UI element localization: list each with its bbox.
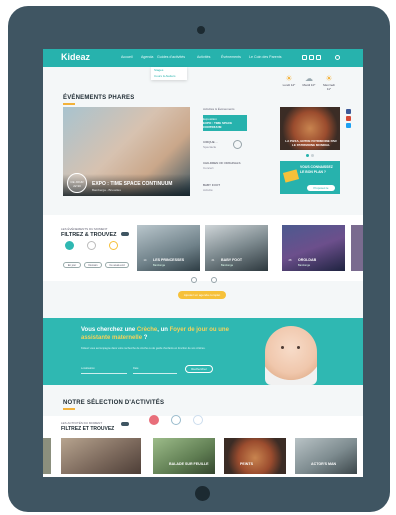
dropdown-item-cours[interactable]: Cours & Ateliers	[151, 73, 187, 79]
title-underline	[63, 408, 75, 410]
weather-day-2: ☁ Mardi 10°	[302, 74, 316, 87]
facebook-share-icon[interactable]	[346, 109, 351, 114]
filter-kicker: LES ÉVÉNEMENTS DU MOMENT	[61, 227, 108, 231]
filter-pill-weekend[interactable]: Ce week-end	[105, 262, 129, 268]
card-subtitle: Bamberga	[221, 264, 233, 267]
card-subtitle: Bamberga	[298, 264, 310, 267]
activity-card[interactable]: ACTOR'S MAN	[295, 438, 357, 474]
selection-kicker: LES ACTIVITÉS DU MOMENT	[61, 421, 103, 425]
activity-card[interactable]: BALADE SUR FEUILLE	[153, 438, 215, 474]
search-icon[interactable]	[335, 55, 340, 60]
carousel-dot[interactable]	[306, 154, 309, 157]
carousel-dot[interactable]	[311, 154, 314, 157]
filter-toggle[interactable]	[121, 232, 129, 236]
category-icon[interactable]	[171, 415, 181, 425]
mail-icon[interactable]	[316, 55, 321, 60]
event-item-title: EXPO : TIME SPACE CONTINUUM	[203, 121, 233, 129]
card-date: 14	[143, 259, 147, 262]
nav-item-activites[interactable]: Activités	[197, 55, 210, 59]
event-card[interactable]: 14 LES PRINCESSES Bamberga	[137, 225, 200, 271]
event-card[interactable]: 28 OROLDAB Bamberga	[282, 225, 345, 271]
next-arrow-icon[interactable]	[211, 277, 217, 283]
activity-card-partial[interactable]	[43, 438, 51, 474]
event-item-sub: Concert	[203, 166, 214, 170]
baby-eye	[297, 346, 300, 349]
filter-category-icon[interactable]	[65, 241, 74, 250]
more-events-button[interactable]: Ajoutez un agenda complet	[178, 291, 226, 299]
logo[interactable]: Kideaz	[61, 52, 90, 62]
childcare-subtitle: Kideaz vous accompagne dans votre recher…	[81, 347, 206, 350]
filter-pill-today[interactable]: En jour	[63, 262, 81, 268]
date-input[interactable]: Date	[133, 367, 177, 374]
baby-image	[265, 326, 317, 385]
hero-subtitle: Bamberga - Bruxelles	[92, 188, 121, 192]
filter-title: FILTREZ & TROUVEZ	[61, 232, 117, 238]
card-subtitle: Bamberga	[153, 264, 165, 267]
newsletter-title: VOUS CONNAISSEZ LE BON PLAN ?	[300, 165, 333, 174]
screen: Kideaz Accueil Agenda Guides d'activités…	[43, 49, 363, 477]
nav-item-agenda[interactable]: Agenda	[141, 55, 153, 59]
featured-title: LA PIZZA, ENTRE PATRIMOINE PAR LE PATRIM…	[285, 139, 337, 147]
prev-arrow-icon[interactable]	[191, 277, 197, 283]
card-title: PEINTS	[240, 462, 253, 466]
home-button[interactable]	[195, 486, 210, 501]
selection-toggle[interactable]	[121, 422, 129, 426]
baby-eye	[281, 346, 284, 349]
weather-day-1: ☀ Lundi 12°	[282, 74, 296, 87]
badge-text: CE JOUR 22:30	[70, 180, 84, 188]
nav-item-evenements[interactable]: Événements	[221, 55, 241, 59]
event-item-label[interactable]: CHILDREN OF ORIGINALS	[203, 161, 247, 165]
camera-icon	[197, 26, 205, 34]
activity-card[interactable]	[61, 438, 141, 474]
play-icon[interactable]	[233, 140, 242, 149]
card-date: 21	[211, 259, 215, 262]
nav-item-parents[interactable]: Le Coin des Parents	[249, 55, 282, 59]
event-card[interactable]: 21 BABY FOOT Bamberga	[205, 225, 268, 271]
search-button[interactable]: Rechercher	[185, 365, 213, 373]
card-date: 28	[288, 259, 292, 262]
location-input[interactable]: Localisation	[81, 367, 127, 374]
card-title: LES PRINCESSES	[153, 258, 185, 262]
card-title: BALADE SUR FEUILLE	[169, 462, 209, 466]
nav-item-accueil[interactable]: Accueil	[121, 55, 133, 59]
sun-icon: ☀	[285, 74, 293, 83]
event-item-sub: Activité	[203, 188, 213, 192]
filter-category-icon[interactable]	[109, 241, 118, 250]
hero-title[interactable]: EXPO : TIME SPACE CONTINUUM	[92, 181, 172, 187]
title-underline	[63, 103, 75, 105]
card-title: BABY FOOT	[221, 258, 243, 262]
twitter-share-icon[interactable]	[346, 123, 351, 128]
filter-pill-tomorrow[interactable]: Demain	[84, 262, 102, 268]
pinterest-share-icon[interactable]	[346, 116, 351, 121]
selection-subtitle: FILTREZ ET TROUVEZ	[61, 426, 115, 432]
category-icon[interactable]	[149, 415, 159, 425]
event-list-header: Activités & Événements	[203, 107, 235, 111]
newsletter-button[interactable]: Proposez-le	[307, 185, 335, 191]
filter-category-icon[interactable]	[87, 241, 96, 250]
card-title: ACTOR'S MAN	[311, 462, 337, 466]
activity-card[interactable]: PEINTS	[224, 438, 286, 474]
facebook-icon[interactable]	[302, 55, 307, 60]
section-title-events: ÉVÉNEMENTS PHARES	[63, 95, 135, 101]
nav-item-guides[interactable]: Guides d'activités	[157, 55, 185, 59]
event-item-label[interactable]: BABY FOOT	[203, 183, 247, 187]
event-card-partial[interactable]	[351, 225, 363, 271]
instagram-icon[interactable]	[309, 55, 314, 60]
cloud-icon: ☁	[305, 74, 313, 83]
card-title: OROLDAB	[298, 258, 317, 262]
sun-icon: ☀	[325, 74, 333, 83]
childcare-heading: Vous cherchez une Crèche, un Foyer de jo…	[81, 327, 229, 341]
category-icon[interactable]	[193, 415, 203, 425]
nav-dropdown: Stages Cours & Ateliers	[151, 67, 187, 80]
section-title-selection: NOTRE SÉLECTION D'ACTIVITÉS	[63, 400, 165, 406]
weather-day-3: ☀ Mercredi 11°	[321, 74, 337, 91]
